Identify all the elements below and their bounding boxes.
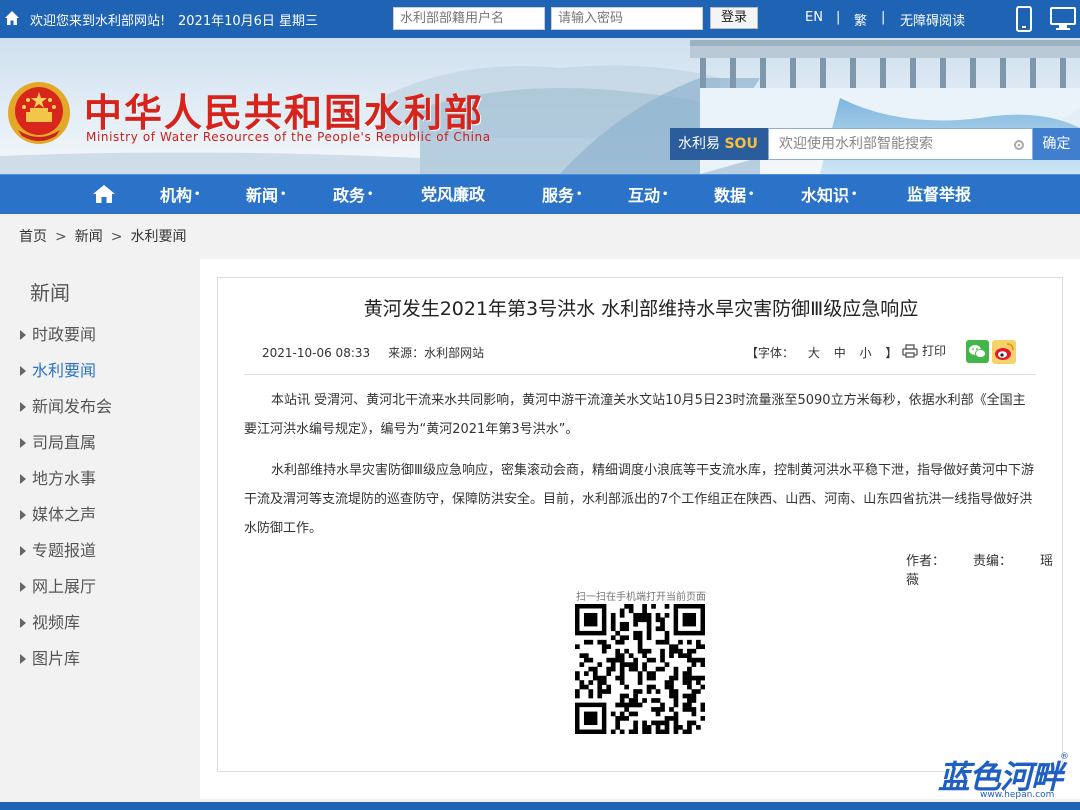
sidebar-item-water-news[interactable]: 水利要闻	[18, 359, 112, 395]
nav-item-supervision[interactable]: 监督举报	[907, 175, 971, 215]
article-source: 来源：水利部网站	[388, 346, 485, 360]
breadcrumb-separator: >	[110, 229, 123, 245]
password-input[interactable]	[551, 7, 703, 30]
divider	[244, 374, 1036, 375]
top-bar: 欢迎您来到水利部网站! 2021年10月6日 星期三 登录 EN | 繁 | 无…	[0, 0, 1080, 38]
username-input[interactable]	[393, 7, 545, 30]
article-paragraph: 本站讯 受渭河、黄河北干流来水共同影响，黄河中游干流潼关水文站10月5日23时流…	[244, 393, 1026, 437]
sidebar-item-media[interactable]: 媒体之声	[18, 503, 112, 539]
printer-icon	[902, 344, 918, 358]
login-button[interactable]: 登录	[710, 7, 758, 29]
nav-item-org[interactable]: 机构 •	[160, 175, 200, 215]
nav-item-data[interactable]: 数据 •	[714, 175, 754, 215]
separator: |	[881, 10, 886, 25]
traditional-chinese-link[interactable]: 繁	[854, 10, 867, 29]
breadcrumb-water-news[interactable]: 水利要闻	[130, 229, 186, 245]
nav-item-water-knowledge[interactable]: 水知识 •	[801, 175, 857, 215]
home-icon[interactable]	[92, 184, 116, 204]
sidebar-heading: 新闻	[30, 281, 70, 305]
sidebar-item-video-library[interactable]: 视频库	[18, 611, 112, 647]
font-large-button[interactable]: 大	[808, 346, 820, 360]
article: 黄河发生2021年第3号洪水 水利部维持水旱灾害防御Ⅲ级应急响应 2021-10…	[217, 277, 1063, 772]
font-small-button[interactable]: 小	[860, 346, 872, 360]
nav-item-integrity[interactable]: 党风廉政	[421, 175, 485, 215]
nav-item-services[interactable]: 服务 •	[542, 175, 582, 215]
search-brand: 水利易 SOU	[670, 128, 768, 160]
qr-caption: 扫一扫在手机端打开当前页面	[576, 592, 706, 603]
separator: |	[836, 10, 841, 25]
article-credits: 作者： 责编： 瑶薇	[906, 550, 1062, 588]
print-label: 打印	[922, 344, 947, 358]
font-medium-button[interactable]: 中	[834, 346, 846, 360]
breadcrumb: 首页 > 新闻 > 水利要闻	[0, 214, 1080, 259]
smart-search: 水利易 SOU 确定	[670, 128, 1080, 160]
footer-strip	[0, 802, 1080, 810]
main-nav: 机构 • 新闻 • 政务 • 党风廉政 服务 • 互动 • 数据 • 水知识 • 监督举报	[0, 174, 1080, 214]
breadcrumb-news[interactable]: 新闻	[75, 229, 103, 245]
registered-mark: ®	[1060, 752, 1069, 762]
welcome-text: 欢迎您来到水利部网站!	[30, 14, 166, 29]
gear-icon[interactable]	[1012, 138, 1026, 152]
mobile-icon[interactable]	[1015, 6, 1033, 32]
header-banner: 中华人民共和国水利部 Ministry of Water Resources o…	[0, 38, 1080, 174]
search-input[interactable]	[768, 128, 1033, 160]
breadcrumb-home[interactable]: 首页	[19, 229, 47, 245]
sidebar: 新闻 时政要闻 水利要闻 新闻发布会 司局直属 地方水事 媒体之声 专题报道 网…	[0, 259, 198, 799]
sidebar-item-local-affairs[interactable]: 地方水事	[18, 467, 112, 503]
site-subtitle: Ministry of Water Resources of the Peopl…	[86, 130, 491, 144]
nav-item-news[interactable]: 新闻 •	[246, 175, 286, 215]
breadcrumb-separator: >	[55, 229, 67, 245]
main-content: 黄河发生2021年第3号洪水 水利部维持水旱灾害防御Ⅲ级应急响应 2021-10…	[200, 259, 1080, 799]
sidebar-item-political-news[interactable]: 时政要闻	[18, 323, 112, 359]
national-emblem-logo	[8, 82, 70, 144]
english-link[interactable]: EN	[805, 10, 823, 25]
article-datetime: 2021-10-06 08:33	[262, 346, 371, 360]
current-date: 2021年10月6日 星期三	[178, 14, 319, 29]
font-size-bracket: 】	[885, 346, 898, 360]
sidebar-menu: 时政要闻 水利要闻 新闻发布会 司局直属 地方水事 媒体之声 专题报道 网上展厅…	[18, 323, 112, 683]
home-icon[interactable]	[4, 10, 20, 26]
desktop-icon[interactable]	[1049, 6, 1077, 32]
article-title: 黄河发生2021年第3号洪水 水利部维持水旱灾害防御Ⅲ级应急响应	[363, 298, 919, 320]
site-title: 中华人民共和国水利部	[84, 90, 485, 135]
sidebar-item-departments[interactable]: 司局直属	[18, 431, 112, 467]
weibo-share-icon[interactable]	[992, 340, 1016, 364]
wechat-share-icon[interactable]	[966, 340, 989, 363]
watermark-url: www.hepan.com	[980, 790, 1055, 800]
nav-item-interaction[interactable]: 互动 •	[628, 175, 668, 215]
sidebar-item-online-exhibition[interactable]: 网上展厅	[18, 575, 112, 611]
watermark-logo: 蓝色河畔 ® www.hepan.com	[938, 752, 1070, 802]
sidebar-item-special-reports[interactable]: 专题报道	[18, 539, 112, 575]
font-size-label: 【字体：	[746, 346, 795, 360]
sidebar-item-press-conference[interactable]: 新闻发布会	[18, 395, 112, 431]
qr-code	[575, 604, 705, 734]
sidebar-item-image-library[interactable]: 图片库	[18, 647, 112, 683]
article-paragraph: 水利部维持水旱灾害防御Ⅲ级应急响应，密集滚动会商，精细调度小浪底等干支流水库，控…	[244, 463, 1034, 536]
author-label: 作者：	[906, 554, 946, 569]
font-size-control: 【字体： 大 中 小 】	[746, 344, 897, 361]
print-button[interactable]: 打印	[902, 342, 946, 359]
nav-item-government[interactable]: 政务 •	[333, 175, 373, 215]
article-meta: 2021-10-06 08:33 来源：水利部网站	[262, 344, 484, 361]
accessibility-link[interactable]: 无障碍阅读	[900, 10, 965, 29]
search-submit-button[interactable]: 确定	[1033, 128, 1080, 160]
